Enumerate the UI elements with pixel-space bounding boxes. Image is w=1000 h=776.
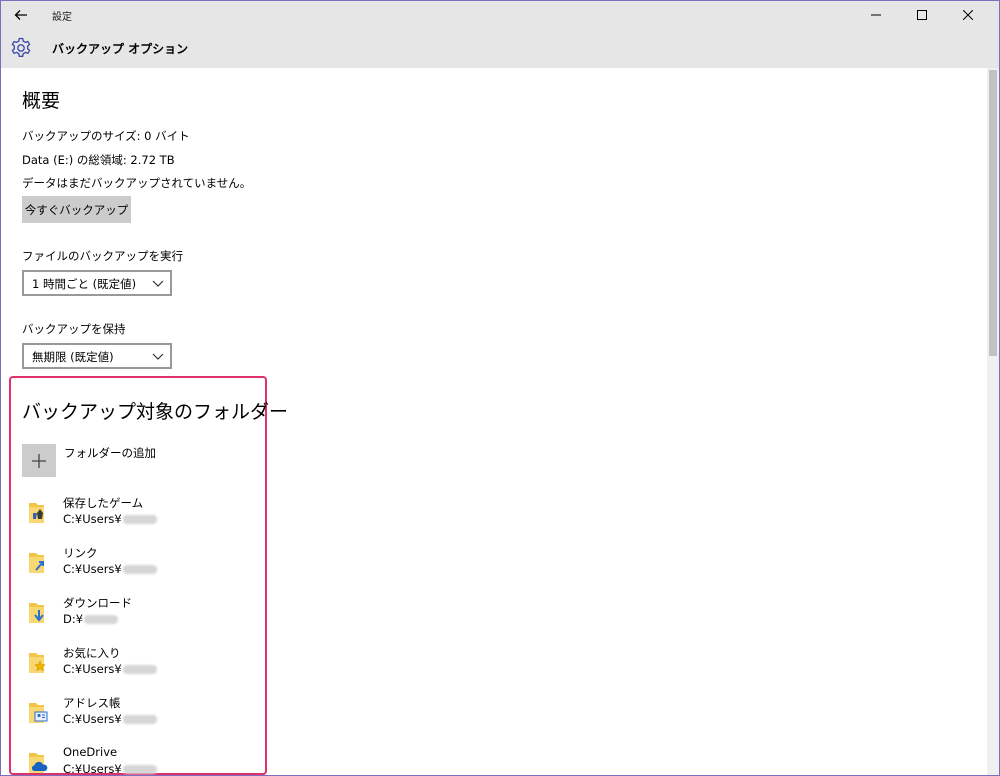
add-folder-label[interactable]: フォルダーの追加 xyxy=(64,445,156,461)
saved-games-folder-icon xyxy=(29,503,44,523)
folder-path: C:¥Users¥ xyxy=(63,512,157,526)
folders-heading: バックアップ対象のフォルダー xyxy=(22,401,289,423)
folder-item-contacts[interactable]: アドレス帳 C:¥Users¥ xyxy=(21,695,261,739)
total-space-text: Data (E:) の総領域: 2.72 TB xyxy=(22,153,175,167)
title-bar: 設定 バックアップ オプション xyxy=(1,1,999,68)
folder-item-favorites[interactable]: お気に入り C:¥Users¥ xyxy=(21,645,261,689)
folder-path: C:¥Users¥ xyxy=(63,762,157,775)
folder-name: お気に入り xyxy=(63,646,121,660)
add-folder-button[interactable] xyxy=(22,444,56,477)
retention-label: バックアップを保持 xyxy=(22,322,126,336)
chevron-down-icon xyxy=(152,353,164,360)
page-header: バックアップ オプション xyxy=(1,33,999,63)
close-button[interactable] xyxy=(945,1,991,29)
maximize-button[interactable] xyxy=(899,1,945,29)
minimize-icon xyxy=(871,14,881,16)
folder-name: アドレス帳 xyxy=(63,696,121,710)
back-button[interactable] xyxy=(7,3,35,27)
frequency-label: ファイルのバックアップを実行 xyxy=(22,249,183,263)
maximize-icon xyxy=(917,10,927,20)
onedrive-folder-icon xyxy=(29,753,48,773)
gear-icon xyxy=(11,37,31,57)
downloads-folder-icon xyxy=(29,603,44,623)
folder-name: リンク xyxy=(63,546,98,560)
favorites-folder-icon xyxy=(29,653,46,673)
chevron-down-icon xyxy=(152,280,164,287)
frequency-dropdown[interactable]: 1 時間ごと (既定値) xyxy=(22,270,172,296)
vertical-scrollbar[interactable] xyxy=(987,68,999,775)
folder-item-downloads[interactable]: ダウンロード D:¥ xyxy=(21,595,261,639)
title-row: 設定 xyxy=(1,1,999,29)
app-title: 設定 xyxy=(52,12,72,23)
minimize-button[interactable] xyxy=(853,1,899,29)
folder-path: C:¥Users¥ xyxy=(63,562,157,576)
folder-item-onedrive[interactable]: OneDrive C:¥Users¥ xyxy=(21,745,261,775)
folder-item-saved-games[interactable]: 保存したゲーム C:¥Users¥ xyxy=(21,495,261,539)
folder-path: C:¥Users¥ xyxy=(63,712,157,726)
retention-dropdown[interactable]: 無期限 (既定値) xyxy=(22,343,172,369)
folder-item-links[interactable]: リンク C:¥Users¥ xyxy=(21,545,261,589)
page-title: バックアップ オプション xyxy=(52,42,189,56)
folder-name: ダウンロード xyxy=(63,596,132,610)
scrollbar-thumb[interactable] xyxy=(989,70,997,356)
overview-heading: 概要 xyxy=(22,90,61,112)
back-arrow-icon xyxy=(14,10,27,20)
folder-path: C:¥Users¥ xyxy=(63,662,157,676)
backup-size-text: バックアップのサイズ: 0 バイト xyxy=(22,129,190,143)
backup-status-text: データはまだバックアップされていません。 xyxy=(22,176,252,190)
folder-path: D:¥ xyxy=(63,612,119,626)
folder-name: 保存したゲーム xyxy=(63,496,144,510)
close-icon xyxy=(963,10,973,20)
folder-name: OneDrive xyxy=(63,745,118,759)
links-folder-icon xyxy=(29,553,44,573)
settings-window: 設定 バックアップ オプション 概要 バックアップのサイズ: 0 バイト Dat… xyxy=(0,0,1000,776)
main-content: 概要 バックアップのサイズ: 0 バイト Data (E:) の総領域: 2.7… xyxy=(1,68,987,775)
frequency-selected-value: 1 時間ごと (既定値) xyxy=(32,277,137,291)
backup-now-button[interactable]: 今すぐバックアップ xyxy=(22,196,131,223)
plus-icon xyxy=(32,453,46,468)
contacts-folder-icon xyxy=(29,703,48,723)
retention-selected-value: 無期限 (既定値) xyxy=(32,350,114,364)
